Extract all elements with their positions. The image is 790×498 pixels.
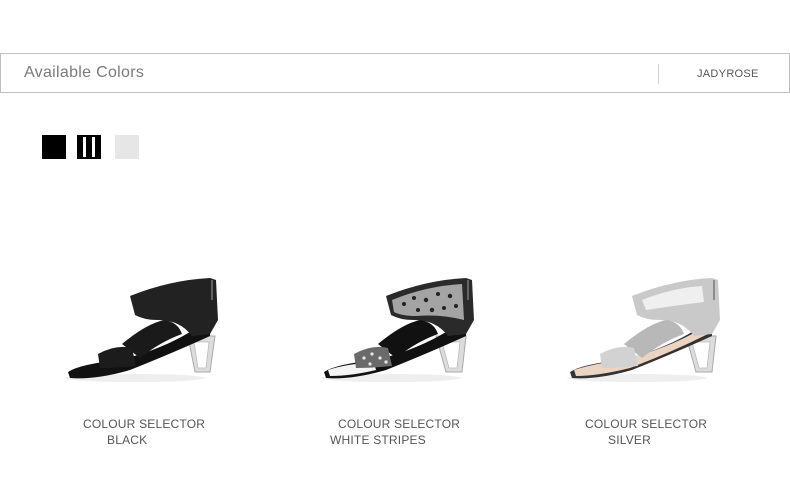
silver-sandal-image: [567, 278, 720, 382]
product-image-silver[interactable]: [562, 260, 732, 395]
caption-line1: COLOUR SELECTOR: [83, 417, 206, 431]
swatch-silver[interactable]: [115, 135, 139, 159]
section-title: Available Colors: [24, 64, 145, 81]
swatch-black[interactable]: [42, 135, 66, 159]
caption-white-stripes: COLOUR SELECTOR WHITE STRIPES: [330, 416, 460, 448]
brand-label[interactable]: JADYROSE: [697, 68, 759, 80]
available-colors-header: Available Colors JADYROSE: [0, 53, 790, 93]
caption-line1: COLOUR SELECTOR: [585, 417, 708, 431]
header-divider: [658, 64, 659, 84]
product-image-white-stripes[interactable]: [316, 260, 486, 395]
caption-black: COLOUR SELECTOR BLACK: [83, 416, 205, 448]
caption-color-name: BLACK: [107, 433, 148, 447]
product-image-black[interactable]: [60, 260, 230, 395]
white-stripes-sandal-image: [321, 278, 474, 382]
caption-color-name: SILVER: [608, 433, 651, 447]
caption-silver: COLOUR SELECTOR SILVER: [585, 416, 707, 448]
black-sandal-image: [65, 278, 218, 382]
caption-color-name: WHITE STRIPES: [330, 433, 426, 447]
caption-line1: COLOUR SELECTOR: [338, 417, 461, 431]
swatch-white-stripes[interactable]: [77, 135, 101, 159]
